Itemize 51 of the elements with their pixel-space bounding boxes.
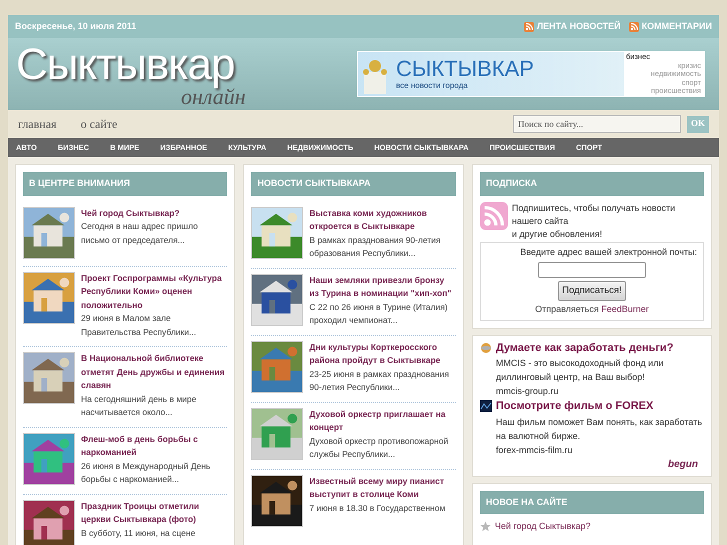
date-label: Воскресенье, 10 июля 2011 <box>15 20 136 33</box>
email-field[interactable] <box>538 262 646 278</box>
search-field[interactable]: Поиск по сайту... <box>512 115 681 133</box>
article-title[interactable]: Наши земляки привезли бронзу из Турина в номинации "хип-хоп" <box>309 274 456 300</box>
article-excerpt: На сегодняшний день в мире насчитывается около... <box>81 392 198 419</box>
ad-url[interactable]: forex-mmcis-film.ru <box>496 442 704 456</box>
ad-title[interactable]: Думаете как заработать деньги? <box>496 340 674 356</box>
nav-link[interactable]: главная <box>18 115 57 133</box>
article-title[interactable]: Праздник Троицы отметили церкви Сыктывкара (фото) <box>81 500 228 526</box>
article-title[interactable]: Выставка коми художников откроется в Сыктывкаре <box>309 206 456 234</box>
provider-link[interactable]: FeedBurner <box>601 304 649 314</box>
section-header: НОВОЕ НА САЙТЕ <box>480 490 704 514</box>
section-header: В ЦЕНТРЕ ВНИМАНИЯ <box>23 172 228 196</box>
banner-subtitle: все новости города <box>396 81 469 91</box>
article-excerpt: С 22 по 26 июня в Турине (Италия) проходил чемпионат... <box>309 300 449 327</box>
article-excerpt: В субботу, 11 июня, на сцене <box>81 526 196 540</box>
section-header: НОВОСТИ СЫКТЫВКАРА <box>251 172 456 196</box>
article-title[interactable]: Чей город Сыктывкар? <box>81 206 228 220</box>
provider-text: Отправляеться FeedBurner <box>535 303 649 316</box>
ad-text: Наш фильм поможет Вам понять, как заработать на валютной бирже. <box>496 416 704 442</box>
article-title[interactable]: В Национальной библиотеке отметят День дружбы и единения славян <box>81 352 228 392</box>
rss-icon <box>524 22 534 32</box>
section-header: ПОДПИСКА <box>480 172 704 196</box>
article-title[interactable]: Дни культуры Корткеросского района пройдут в Сыктывкаре <box>309 340 456 368</box>
banner-title: СЫКТЫВКАР <box>396 57 534 81</box>
article-title[interactable]: Духовой оркестр приглашает на концерт <box>309 408 456 434</box>
article-title[interactable]: Проект Госпрограммы «Культура Республики Коми» оценен положительно <box>81 272 228 312</box>
article-title[interactable]: Флеш-моб в день борьбы с наркоманией <box>81 432 228 460</box>
star-icon <box>480 521 491 532</box>
rss-icon <box>480 202 508 230</box>
rss-icon <box>628 22 639 32</box>
article-excerpt: 26 июня в Международный День борьбы с наркоманией... <box>81 460 212 486</box>
chart-icon <box>480 400 492 412</box>
article-title[interactable]: Известный всему миру пианист выступит в столице Коми <box>309 474 456 502</box>
article-excerpt: Сегодня в наш адрес пришло письмо от председателя... <box>81 220 199 247</box>
ad-text: MMCIS - это высокодоходный фонд или диллинговый центр, на Ваш выбор! <box>496 357 664 384</box>
new-item-link[interactable]: Чей город Сыктывкар? <box>494 520 591 534</box>
email-prompt: Введите адрес вашей электронной почты: <box>520 246 698 259</box>
article-excerpt: В рамках празднования 90-летия образования Республики... <box>309 234 442 260</box>
ad-url[interactable]: mmcis-group.ru <box>496 384 704 398</box>
article-excerpt: 29 июня в Малом зале Правительства Республики... <box>81 312 198 339</box>
coin-icon <box>480 342 492 354</box>
article-excerpt: 7 июня в 18.30 в Государственном <box>309 502 446 515</box>
subscribe-button[interactable]: Подписаться! <box>558 281 626 301</box>
article-excerpt: 23-25 июня в рамках празднования 90-летия Республики... <box>309 368 450 394</box>
nav-link[interactable]: о сайте <box>80 115 118 133</box>
subscribe-text: и другие обновления! <box>512 228 604 240</box>
article-excerpt: Духовой оркестр противопожарной службы Республики... <box>309 434 450 461</box>
ad-network-label[interactable]: begun <box>668 456 704 472</box>
logo-subtitle: онлайн <box>181 87 246 107</box>
ad-title[interactable]: Посмотрите фильм о FOREX <box>496 398 654 414</box>
